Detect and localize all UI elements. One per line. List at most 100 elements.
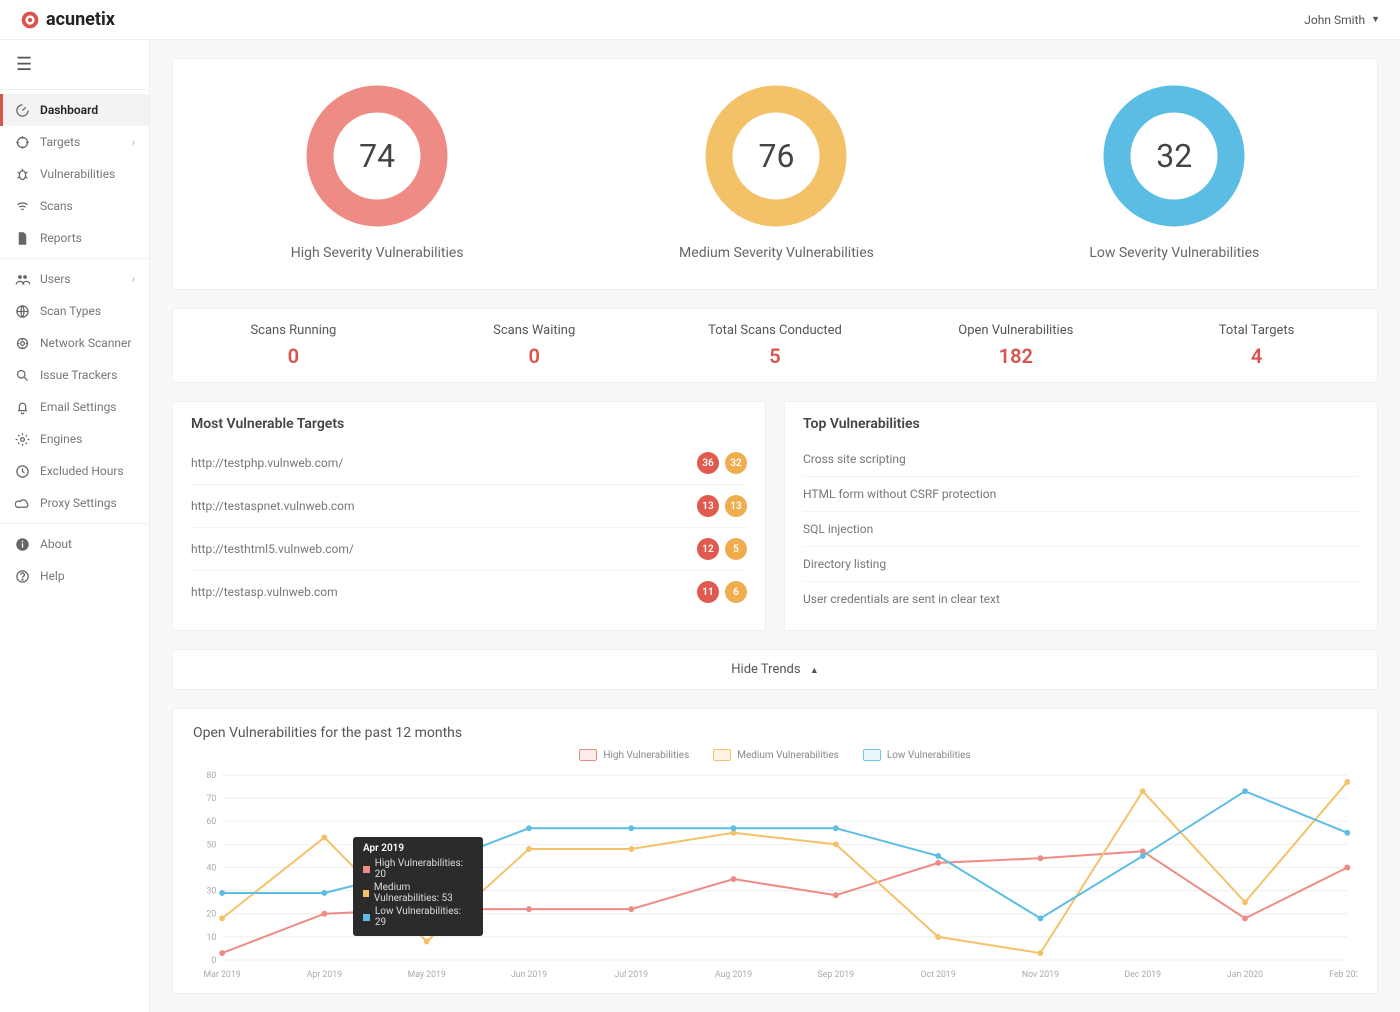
svg-text:Apr 2019: Apr 2019 bbox=[307, 970, 342, 980]
clock-icon bbox=[14, 463, 30, 479]
sidebar-item-label: Network Scanner bbox=[40, 336, 131, 350]
hamburger-button[interactable]: ☰ bbox=[0, 40, 149, 89]
chevron-right-icon: › bbox=[132, 136, 135, 149]
donut-ring: 74 bbox=[302, 81, 452, 231]
brand-logo: acunetix bbox=[20, 9, 115, 30]
sidebar-item-vulnerabilities[interactable]: Vulnerabilities bbox=[0, 158, 149, 190]
chart-title: Open Vulnerabilities for the past 12 mon… bbox=[193, 725, 1357, 741]
svg-text:Jan 2020: Jan 2020 bbox=[1227, 970, 1263, 980]
top-vulnerabilities-panel: Top Vulnerabilities Cross site scripting… bbox=[784, 401, 1378, 631]
tooltip-text: Medium Vulnerabilities: 53 bbox=[374, 882, 473, 904]
top-vulnerability-row[interactable]: Directory listing bbox=[803, 546, 1359, 581]
target-url: http://testasp.vulnweb.com bbox=[191, 585, 338, 599]
tooltip-row: High Vulnerabilities: 20 bbox=[363, 858, 473, 880]
svg-text:Jul 2019: Jul 2019 bbox=[615, 970, 649, 980]
vulnerability-name: Cross site scripting bbox=[803, 452, 906, 466]
sidebar-item-about[interactable]: About bbox=[0, 528, 149, 560]
legend-item-high: High Vulnerabilities bbox=[579, 749, 689, 761]
sidebar-item-excluded-hours[interactable]: Excluded Hours bbox=[0, 455, 149, 487]
vulnerability-name: HTML form without CSRF protection bbox=[803, 487, 996, 501]
stat-label: Total Scans Conducted bbox=[661, 323, 890, 338]
sidebar-item-proxy-settings[interactable]: Proxy Settings bbox=[0, 487, 149, 519]
badge-group: 1313 bbox=[697, 495, 747, 517]
donut-value: 32 bbox=[1099, 81, 1249, 231]
sidebar-item-label: About bbox=[40, 537, 72, 551]
sidebar: ☰ Dashboard Targets › Vulnerabilities Scans R… bbox=[0, 40, 150, 1012]
top-vulnerability-row[interactable]: SQL injection bbox=[803, 511, 1359, 546]
top-vulnerability-row[interactable]: Cross site scripting bbox=[803, 442, 1359, 476]
svg-text:Feb 2020: Feb 2020 bbox=[1329, 970, 1357, 980]
severity-donut-row: 74High Severity Vulnerabilities76Medium … bbox=[172, 58, 1378, 290]
severity-badge: 11 bbox=[697, 581, 719, 603]
severity-badge: 5 bbox=[725, 538, 747, 560]
target-url: http://testaspnet.vulnweb.com bbox=[191, 499, 355, 513]
vulnerability-name: Directory listing bbox=[803, 557, 886, 571]
sidebar-item-scan-types[interactable]: Scan Types bbox=[0, 295, 149, 327]
summary-stat-2: Total Scans Conducted5 bbox=[655, 309, 896, 382]
sidebar-item-engines[interactable]: Engines bbox=[0, 423, 149, 455]
sidebar-item-label: Help bbox=[40, 569, 65, 583]
donut-ring: 76 bbox=[701, 81, 851, 231]
stat-value: 4 bbox=[1142, 344, 1371, 368]
top-vulnerability-row[interactable]: HTML form without CSRF protection bbox=[803, 476, 1359, 511]
sidebar-item-help[interactable]: Help bbox=[0, 560, 149, 592]
sidebar-item-label: Scans bbox=[40, 199, 73, 213]
panel-title: Most Vulnerable Targets bbox=[191, 416, 747, 432]
info-icon bbox=[14, 536, 30, 552]
svg-text:Mar 2019: Mar 2019 bbox=[204, 970, 241, 980]
severity-badge: 12 bbox=[697, 538, 719, 560]
legend-label: Medium Vulnerabilities bbox=[737, 750, 839, 761]
sidebar-item-targets[interactable]: Targets › bbox=[0, 126, 149, 158]
sidebar-item-label: Scan Types bbox=[40, 304, 101, 318]
svg-text:50: 50 bbox=[206, 840, 216, 850]
sidebar-item-label: Users bbox=[40, 272, 71, 286]
severity-donut-1: 76 Medium Severity Vulnerabilities bbox=[679, 81, 874, 261]
brand-name: acunetix bbox=[46, 9, 115, 30]
stat-value: 182 bbox=[901, 344, 1130, 368]
severity-badge: 13 bbox=[725, 495, 747, 517]
stat-value: 0 bbox=[420, 344, 649, 368]
sidebar-item-issue-trackers[interactable]: Issue Trackers bbox=[0, 359, 149, 391]
vulnerable-target-row[interactable]: http://testaspnet.vulnweb.com 1313 bbox=[191, 484, 747, 527]
donut-label: Medium Severity Vulnerabilities bbox=[679, 245, 874, 261]
stat-label: Scans Waiting bbox=[420, 323, 649, 338]
donut-value: 76 bbox=[701, 81, 851, 231]
chevron-up-icon: ▲ bbox=[810, 666, 819, 676]
sidebar-item-dashboard[interactable]: Dashboard bbox=[0, 94, 149, 126]
sidebar-item-reports[interactable]: Reports bbox=[0, 222, 149, 254]
svg-text:Jun 2019: Jun 2019 bbox=[511, 970, 547, 980]
svg-text:70: 70 bbox=[206, 794, 216, 804]
trends-chart-panel: Open Vulnerabilities for the past 12 mon… bbox=[172, 708, 1378, 994]
most-vulnerable-targets-panel: Most Vulnerable Targets http://testphp.v… bbox=[172, 401, 766, 631]
tooltip-swatch-icon bbox=[363, 890, 369, 897]
target-url: http://testphp.vulnweb.com/ bbox=[191, 456, 343, 470]
crosshair-icon bbox=[14, 134, 30, 150]
vulnerable-target-row[interactable]: http://testphp.vulnweb.com/3632 bbox=[191, 442, 747, 484]
svg-text:Oct 2019: Oct 2019 bbox=[921, 970, 956, 980]
tooltip-row: Medium Vulnerabilities: 53 bbox=[363, 882, 473, 904]
panel-title: Top Vulnerabilities bbox=[803, 416, 1359, 432]
sidebar-item-scans[interactable]: Scans bbox=[0, 190, 149, 222]
chart-area[interactable]: 01020304050607080Mar 2019Apr 2019May 201… bbox=[193, 765, 1357, 985]
donut-value: 74 bbox=[302, 81, 452, 231]
severity-donut-2: 32Low Severity Vulnerabilities bbox=[1089, 81, 1259, 261]
svg-text:30: 30 bbox=[206, 887, 216, 897]
vulnerable-target-row[interactable]: http://testhtml5.vulnweb.com/125 bbox=[191, 527, 747, 570]
sidebar-item-label: Targets bbox=[40, 135, 80, 149]
user-menu[interactable]: John Smith ▼ bbox=[1304, 13, 1380, 27]
sidebar-item-label: Excluded Hours bbox=[40, 464, 124, 478]
sidebar-item-users[interactable]: Users› bbox=[0, 263, 149, 295]
top-vulnerability-row[interactable]: User credentials are sent in clear text bbox=[803, 581, 1359, 616]
sidebar-item-network-scanner[interactable]: Network Scanner bbox=[0, 327, 149, 359]
sidebar-item-label: Proxy Settings bbox=[40, 496, 117, 510]
svg-text:40: 40 bbox=[206, 863, 216, 873]
badge-group: 3632 bbox=[697, 452, 747, 474]
vulnerable-target-row[interactable]: http://testasp.vulnweb.com116 bbox=[191, 570, 747, 613]
network-icon bbox=[14, 335, 30, 351]
svg-text:Dec 2019: Dec 2019 bbox=[1124, 970, 1161, 980]
user-name: John Smith bbox=[1304, 13, 1365, 27]
trends-toggle[interactable]: Hide Trends ▲ bbox=[172, 649, 1378, 690]
chevron-down-icon: ▼ bbox=[1371, 14, 1380, 25]
sidebar-item-email-settings[interactable]: Email Settings bbox=[0, 391, 149, 423]
svg-text:May 2019: May 2019 bbox=[408, 970, 446, 980]
